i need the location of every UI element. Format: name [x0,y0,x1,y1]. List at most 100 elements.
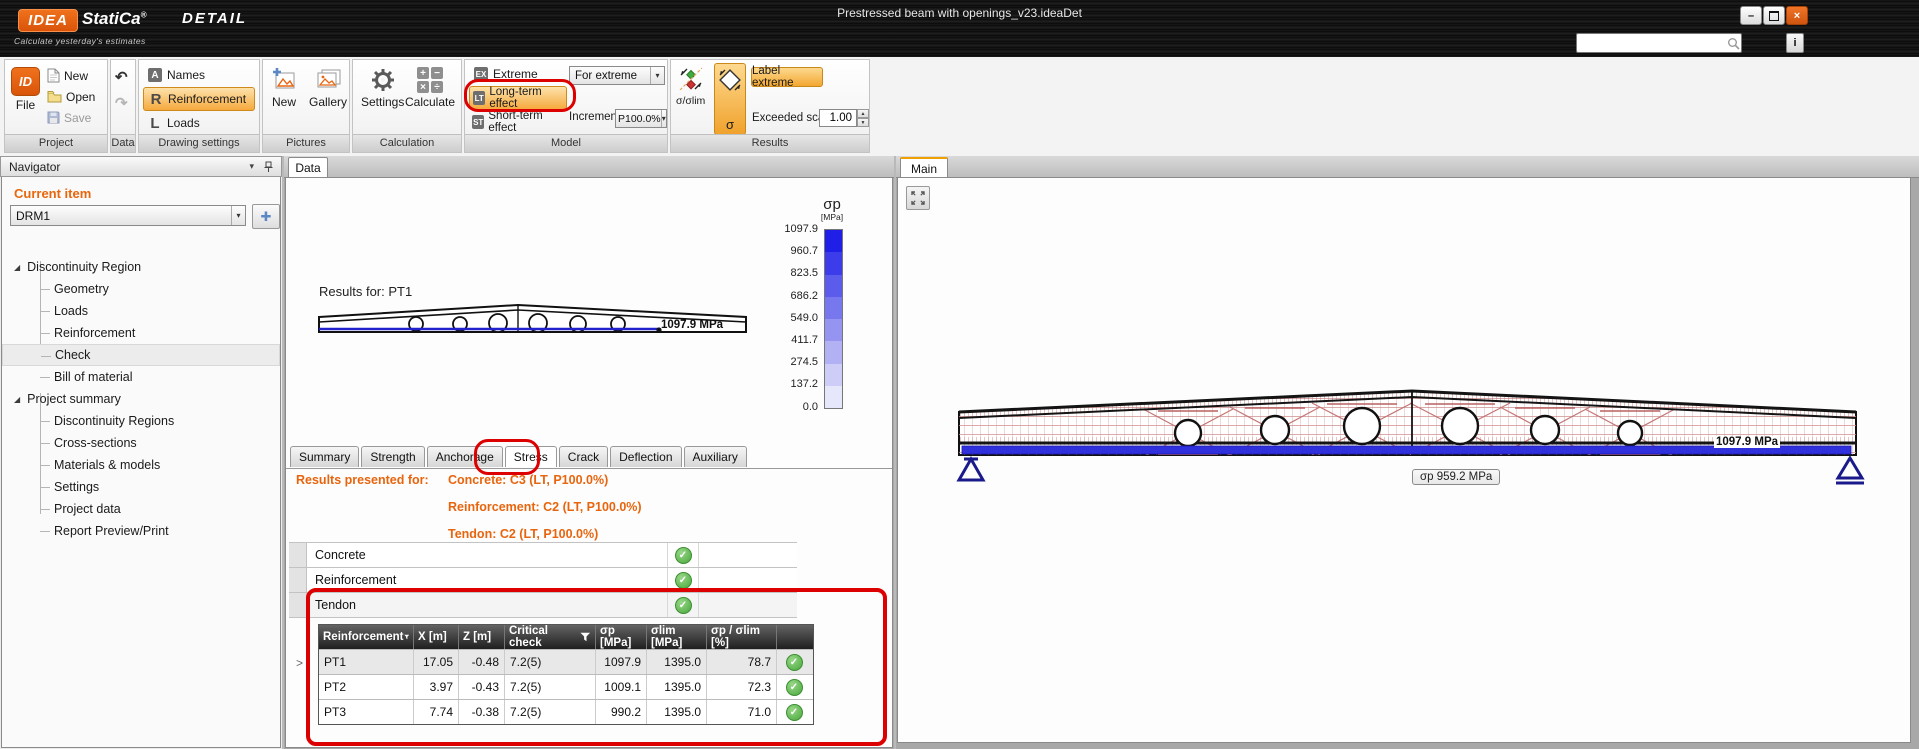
col-ratio[interactable]: σp / σlim [%] [707,625,777,649]
nav-node-discontinuity-region[interactable]: ◢Discontinuity Region [2,256,280,278]
stepper-down-button[interactable]: ▼ [857,118,869,127]
check-ok-icon: ✓ [675,572,692,589]
current-item-select[interactable]: DRM1 ▾ [10,205,246,226]
tab-stress[interactable]: Stress [505,446,557,467]
short-term-effect-toggle[interactable]: ST Short-term effect [469,111,567,133]
zoom-fit-button[interactable] [906,186,930,210]
names-toggle[interactable]: A Names [143,64,255,86]
for-extreme-select[interactable]: For extreme ▾ [569,66,665,85]
main-tabstrip: Main [896,156,1919,178]
picture-new-label: New [272,95,296,109]
table-row-pt1[interactable]: PT1 17.05 -0.48 7.2(5) 1097.9 1395.0 78.… [319,649,813,674]
exceeded-scale-input[interactable]: 1.00 [819,109,857,127]
tab-main[interactable]: Main [900,157,948,178]
for-extreme-value: For extreme [575,70,637,82]
increment-label: Increment [569,111,620,123]
tab-crack[interactable]: Crack [559,446,608,467]
nav-node-bill-of-material[interactable]: Bill of material [2,366,280,388]
nav-node-settings[interactable]: Settings [2,476,280,498]
nav-node-reinforcement[interactable]: Reinforcement [2,322,280,344]
cell: 1097.9 [596,650,647,674]
pin-icon[interactable] [264,161,273,173]
reinforcement-toggle[interactable]: R Reinforcement [143,87,255,111]
col-reinforcement[interactable]: Reinforcement [319,625,414,649]
row-extra-cell [699,593,797,617]
extreme-label: Extreme [493,67,538,81]
gallery-button[interactable]: Gallery [309,67,347,109]
tendon-check-table: Reinforcement X [m] Z [m] Critical check… [318,624,814,725]
loads-toggle[interactable]: L Loads [143,112,255,134]
scale-segment [825,341,842,363]
close-button[interactable]: × [1786,6,1808,25]
tab-summary[interactable]: Summary [290,446,359,467]
results-presented-label: Results presented for: [296,473,429,487]
new-button[interactable]: New [47,66,95,85]
sigma-button[interactable]: σ [714,63,746,135]
cell: 7.74 [414,700,459,724]
navigator-header[interactable]: Navigator ▾ [0,156,282,177]
stepper-up-button[interactable]: ▲ [857,109,869,118]
file-button[interactable]: ID File [11,67,40,112]
increment-select[interactable]: P100.0% ▾ [615,109,667,128]
scale-tick: 411.7 [746,334,818,346]
nav-node-geometry[interactable]: Geometry [2,278,280,300]
table-row-pt2[interactable]: PT2 3.97 -0.43 7.2(5) 1009.1 1395.0 72.3… [319,674,813,699]
col-critical-check[interactable]: Critical check [505,625,596,649]
tree-label: Discontinuity Regions [54,414,174,428]
tab-data[interactable]: Data [288,157,328,177]
table-row[interactable]: Reinforcement ✓ [289,568,797,593]
search-input[interactable] [1577,36,1727,50]
tab-strength[interactable]: Strength [361,446,424,467]
tab-deflection[interactable]: Deflection [610,446,681,467]
table-row[interactable]: Concrete ✓ [289,543,797,568]
col-sigma-p[interactable]: σp [MPa] [596,625,647,649]
undo-button[interactable]: ↶ [115,68,128,86]
redo-button[interactable]: ↷ [115,94,128,112]
tab-auxiliary[interactable]: Auxiliary [684,446,747,467]
add-item-button[interactable]: ✚ [252,204,280,229]
maximize-button[interactable] [1763,6,1785,25]
nav-node-materials-models[interactable]: Materials & models [2,454,280,476]
scale-segment [825,275,842,297]
col-sigma-lim[interactable]: σlim [MPa] [647,625,707,649]
calculate-button[interactable]: + − × ÷ Calculate [405,67,455,109]
nav-node-cross-sections[interactable]: Cross-sections [2,432,280,454]
nav-node-check[interactable]: Check [2,344,280,366]
tab-anchorage[interactable]: Anchorage [427,446,503,467]
filter-icon[interactable] [404,632,409,642]
navigator-panel: Navigator ▾ Current item DRM1 ▾ ✚ ◢Disco… [0,156,282,749]
sigma-slim-button[interactable]: σ/σlim [676,65,705,107]
table-row-pt3[interactable]: PT3 7.74 -0.38 7.2(5) 990.2 1395.0 71.0 … [319,699,813,724]
col-x[interactable]: X [m] [414,625,459,649]
picture-new-button[interactable]: New [271,67,297,109]
open-button[interactable]: Open [47,87,95,106]
ribbon-group-calculation: Settings + − × ÷ Calculate Calculation [352,59,462,153]
filter-icon[interactable] [580,632,591,642]
main-canvas[interactable]: 1097.9 MPa σp 959.2 MPa [897,177,1911,743]
minimize-button[interactable]: – [1740,6,1762,25]
expander-icon[interactable]: ◢ [14,263,20,272]
chevron-down-icon[interactable]: ▾ [249,161,254,172]
col-z[interactable]: Z [m] [459,625,505,649]
new-file-icon [47,68,60,83]
scale-tick: 686.2 [746,290,818,302]
nav-node-project-summary[interactable]: ◢Project summary [2,388,280,410]
nav-node-project-data[interactable]: Project data [2,498,280,520]
nav-node-report-preview-print[interactable]: Report Preview/Print [2,520,280,542]
main-panel: Main [896,156,1919,749]
ribbon-group-pictures: New Gallery Pictures [262,59,350,153]
table-row[interactable]: Tendon ✓ [289,593,797,618]
info-button[interactable]: i [1786,33,1804,53]
expander-icon[interactable]: ◢ [14,395,20,404]
ribbon-group-model: EX Extreme LT Long-term effect ST Short-… [464,59,668,153]
extreme-toggle[interactable]: EX Extreme [469,63,567,85]
tree-label: Reinforcement [54,326,135,340]
nav-node-discontinuity-regions[interactable]: Discontinuity Regions [2,410,280,432]
data-content[interactable]: Results for: PT1 1097.9 MPa σp [285,177,893,748]
search-icon[interactable] [1727,37,1743,50]
settings-button[interactable]: Settings [361,67,404,109]
nav-node-loads[interactable]: Loads [2,300,280,322]
save-button[interactable]: Save [47,108,95,127]
label-extreme-button[interactable]: Label extreme [751,67,823,87]
long-term-effect-toggle[interactable]: LT Long-term effect [469,86,567,110]
